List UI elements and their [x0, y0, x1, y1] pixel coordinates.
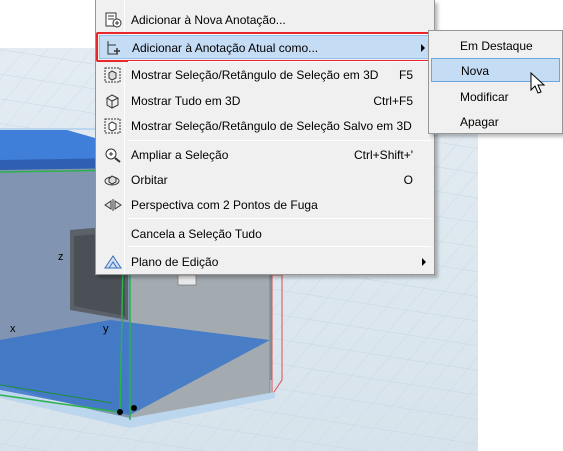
menu-item-add-new-annotation[interactable]: Adicionar à Nova Anotação...	[99, 8, 431, 32]
axis-label-z: z	[58, 251, 64, 263]
menu-item-show-selection-3d[interactable]: Mostrar Seleção/Retângulo de Seleção em …	[99, 63, 431, 87]
show-saved-selection-icon	[104, 118, 122, 134]
show-all-3d-icon	[104, 93, 122, 109]
menu-separator	[128, 140, 431, 141]
menu-item-label: Perspectiva com 2 Pontos de Fuga	[131, 198, 318, 212]
menu-item-label: Adicionar à Anotação Atual como...	[132, 41, 319, 55]
submenu-item-label: Modificar	[460, 90, 509, 104]
menu-item-label: Mostrar Seleção/Retângulo de Seleção em …	[131, 68, 379, 82]
menu-item-deselect-all[interactable]: Cancela a Seleção Tudo	[99, 222, 431, 246]
context-menu: Adicionar à Nova Anotação... Adicionar à…	[95, 0, 435, 275]
menu-item-label: Adicionar à Nova Anotação...	[131, 13, 286, 27]
menu-item-label: Cancela a Seleção Tudo	[131, 227, 262, 241]
submenu-arrow-icon	[421, 44, 425, 52]
menu-separator	[128, 246, 431, 247]
orbit-icon	[104, 172, 122, 188]
submenu-item-label: Em Destaque	[460, 39, 533, 53]
menu-item-shortcut: Ctrl+Shift+'	[354, 148, 413, 162]
menu-item-editing-plane[interactable]: Plano de Edição	[99, 250, 431, 274]
menu-item-label: Plano de Edição	[131, 255, 219, 269]
menu-item-show-saved-selection[interactable]: Mostrar Seleção/Retângulo de Seleção Sal…	[99, 114, 431, 138]
menu-item-shortcut: Ctrl+F5	[373, 94, 413, 108]
show-selection-3d-icon	[104, 67, 122, 83]
menu-item-orbit[interactable]: Orbitar O	[99, 168, 431, 192]
submenu-item-label: Apagar	[460, 115, 499, 129]
menu-item-two-point-perspective[interactable]: Perspectiva com 2 Pontos de Fuga	[99, 193, 431, 217]
zoom-selection-icon	[104, 147, 122, 163]
menu-separator	[128, 61, 431, 62]
menu-item-label: Mostrar Tudo em 3D	[131, 94, 241, 108]
add-annotation-icon	[104, 12, 122, 28]
submenu-item-delete[interactable]: Apagar	[431, 110, 560, 134]
menu-item-label: Mostrar Seleção/Retângulo de Seleção Sal…	[131, 119, 412, 133]
menu-separator	[128, 218, 431, 219]
add-current-annotation-icon	[105, 40, 123, 56]
menu-item-shortcut: F5	[398, 68, 413, 82]
menu-item-zoom-selection[interactable]: Ampliar a Seleção Ctrl+Shift+'	[99, 143, 431, 167]
menu-item-shortcut: O	[403, 173, 413, 187]
menu-item-add-current-annotation[interactable]: Adicionar à Anotação Atual como...	[96, 32, 434, 62]
submenu-item-highlight[interactable]: Em Destaque	[431, 34, 560, 58]
menu-item-label: Orbitar	[131, 173, 168, 187]
menu-item-show-all-3d[interactable]: Mostrar Tudo em 3D Ctrl+F5	[99, 89, 431, 113]
submenu-arrow-icon	[422, 258, 426, 266]
submenu-item-label: Nova	[461, 64, 490, 78]
two-point-perspective-icon	[104, 197, 122, 213]
menu-item-label: Ampliar a Seleção	[131, 148, 229, 162]
axis-label-y: y	[103, 323, 109, 335]
editing-plane-icon	[104, 254, 122, 270]
mouse-pointer-icon	[530, 71, 546, 99]
axis-label-x: x	[10, 323, 16, 335]
